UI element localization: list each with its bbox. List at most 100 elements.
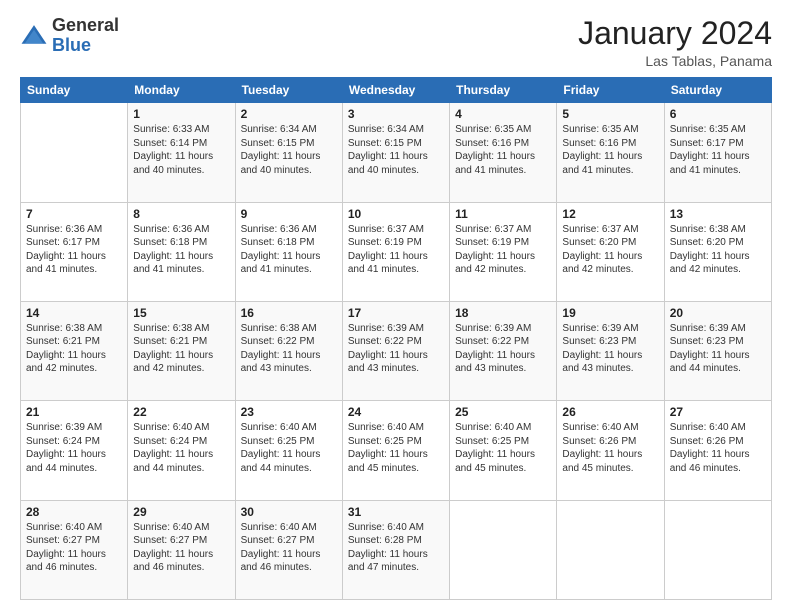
day-number: 4 bbox=[455, 107, 551, 121]
day-cell: 9Sunrise: 6:36 AM Sunset: 6:18 PM Daylig… bbox=[235, 202, 342, 301]
day-info: Sunrise: 6:34 AM Sunset: 6:15 PM Dayligh… bbox=[348, 123, 444, 177]
day-info: Sunrise: 6:39 AM Sunset: 6:23 PM Dayligh… bbox=[562, 322, 658, 376]
day-info: Sunrise: 6:38 AM Sunset: 6:20 PM Dayligh… bbox=[670, 223, 766, 277]
day-cell: 25 Sunrise: 6:40 AM Sunset: 6:25 PM Dayli… bbox=[450, 401, 557, 500]
day-cell: 22 Sunrise: 6:40 AM Sunset: 6:24 PM Dayli… bbox=[128, 401, 235, 500]
day-cell: 12 Sunrise: 6:37 AM Sunset: 6:20 PM Dayli… bbox=[557, 202, 664, 301]
weekday-header-row: SundayMondayTuesdayWednesdayThursdayFrid… bbox=[21, 78, 772, 103]
day-cell bbox=[21, 103, 128, 202]
day-info: Sunrise: 6:37 AM Sunset: 6:19 PM Dayligh… bbox=[348, 223, 444, 277]
day-number: 31 bbox=[348, 505, 444, 519]
day-info: Sunrise: 6:40 AM Sunset: 6:24 PM Dayligh… bbox=[133, 421, 229, 475]
calendar-table: SundayMondayTuesdayWednesdayThursdayFrid… bbox=[20, 77, 772, 600]
day-info: Sunrise: 6:40 AM Sunset: 6:27 PM Dayligh… bbox=[133, 521, 229, 575]
day-cell: 8 Sunrise: 6:36 AM Sunset: 6:18 PM Daylig… bbox=[128, 202, 235, 301]
day-cell: 28Sunrise: 6:40 AM Sunset: 6:27 PM Dayli… bbox=[21, 500, 128, 599]
day-number: 18 bbox=[455, 306, 551, 320]
day-number: 19 bbox=[562, 306, 658, 320]
day-info: Sunrise: 6:37 AM Sunset: 6:19 PM Dayligh… bbox=[455, 223, 551, 277]
day-cell: 18Sunrise: 6:39 AM Sunset: 6:22 PM Dayli… bbox=[450, 301, 557, 400]
day-number: 22 bbox=[133, 405, 229, 419]
day-cell: 1Sunrise: 6:33 AM Sunset: 6:14 PM Daylig… bbox=[128, 103, 235, 202]
day-cell: 4 Sunrise: 6:35 AM Sunset: 6:16 PM Daylig… bbox=[450, 103, 557, 202]
day-info: Sunrise: 6:40 AM Sunset: 6:26 PM Dayligh… bbox=[670, 421, 766, 475]
day-number: 5 bbox=[562, 107, 658, 121]
logo-general: General bbox=[52, 15, 119, 35]
location: Las Tablas, Panama bbox=[578, 53, 772, 69]
day-number: 23 bbox=[241, 405, 337, 419]
day-number: 25 bbox=[455, 405, 551, 419]
day-number: 21 bbox=[26, 405, 122, 419]
day-number: 30 bbox=[241, 505, 337, 519]
day-cell: 21 Sunrise: 6:39 AM Sunset: 6:24 PM Dayli… bbox=[21, 401, 128, 500]
day-cell: 15Sunrise: 6:38 AM Sunset: 6:21 PM Dayli… bbox=[128, 301, 235, 400]
day-info: Sunrise: 6:36 AM Sunset: 6:18 PM Dayligh… bbox=[241, 223, 337, 277]
logo: General Blue bbox=[20, 16, 119, 56]
day-cell bbox=[557, 500, 664, 599]
day-cell: 31 Sunrise: 6:40 AM Sunset: 6:28 PM Dayli… bbox=[342, 500, 449, 599]
day-cell: 14 Sunrise: 6:38 AM Sunset: 6:21 PM Dayli… bbox=[21, 301, 128, 400]
day-number: 29 bbox=[133, 505, 229, 519]
day-cell: 13 Sunrise: 6:38 AM Sunset: 6:20 PM Dayli… bbox=[664, 202, 771, 301]
day-cell: 27Sunrise: 6:40 AM Sunset: 6:26 PM Dayli… bbox=[664, 401, 771, 500]
day-cell: 26 Sunrise: 6:40 AM Sunset: 6:26 PM Dayli… bbox=[557, 401, 664, 500]
day-cell: 5 Sunrise: 6:35 AM Sunset: 6:16 PM Daylig… bbox=[557, 103, 664, 202]
month-title: January 2024 bbox=[578, 16, 772, 51]
day-info: Sunrise: 6:39 AM Sunset: 6:24 PM Dayligh… bbox=[26, 421, 122, 475]
day-cell: 11 Sunrise: 6:37 AM Sunset: 6:19 PM Dayli… bbox=[450, 202, 557, 301]
day-info: Sunrise: 6:36 AM Sunset: 6:18 PM Dayligh… bbox=[133, 223, 229, 277]
day-number: 16 bbox=[241, 306, 337, 320]
weekday-header-tuesday: Tuesday bbox=[235, 78, 342, 103]
weekday-header-saturday: Saturday bbox=[664, 78, 771, 103]
day-number: 3 bbox=[348, 107, 444, 121]
day-number: 6 bbox=[670, 107, 766, 121]
day-cell bbox=[664, 500, 771, 599]
week-row-4: 28Sunrise: 6:40 AM Sunset: 6:27 PM Dayli… bbox=[21, 500, 772, 599]
day-info: Sunrise: 6:40 AM Sunset: 6:26 PM Dayligh… bbox=[562, 421, 658, 475]
day-number: 12 bbox=[562, 207, 658, 221]
week-row-3: 21 Sunrise: 6:39 AM Sunset: 6:24 PM Dayli… bbox=[21, 401, 772, 500]
day-cell: 29 Sunrise: 6:40 AM Sunset: 6:27 PM Dayli… bbox=[128, 500, 235, 599]
logo-blue: Blue bbox=[52, 35, 91, 55]
day-info: Sunrise: 6:40 AM Sunset: 6:25 PM Dayligh… bbox=[455, 421, 551, 475]
day-info: Sunrise: 6:40 AM Sunset: 6:28 PM Dayligh… bbox=[348, 521, 444, 575]
day-info: Sunrise: 6:38 AM Sunset: 6:22 PM Dayligh… bbox=[241, 322, 337, 376]
logo-text: General Blue bbox=[52, 16, 119, 56]
day-number: 8 bbox=[133, 207, 229, 221]
day-info: Sunrise: 6:39 AM Sunset: 6:22 PM Dayligh… bbox=[348, 322, 444, 376]
day-info: Sunrise: 6:35 AM Sunset: 6:16 PM Dayligh… bbox=[562, 123, 658, 177]
day-cell: 3 Sunrise: 6:34 AM Sunset: 6:15 PM Daylig… bbox=[342, 103, 449, 202]
day-number: 7 bbox=[26, 207, 122, 221]
day-number: 13 bbox=[670, 207, 766, 221]
day-number: 10 bbox=[348, 207, 444, 221]
day-number: 24 bbox=[348, 405, 444, 419]
week-row-1: 7 Sunrise: 6:36 AM Sunset: 6:17 PM Daylig… bbox=[21, 202, 772, 301]
day-number: 26 bbox=[562, 405, 658, 419]
day-info: Sunrise: 6:36 AM Sunset: 6:17 PM Dayligh… bbox=[26, 223, 122, 277]
weekday-header-wednesday: Wednesday bbox=[342, 78, 449, 103]
day-number: 20 bbox=[670, 306, 766, 320]
day-info: Sunrise: 6:40 AM Sunset: 6:25 PM Dayligh… bbox=[241, 421, 337, 475]
day-cell: 6Sunrise: 6:35 AM Sunset: 6:17 PM Daylig… bbox=[664, 103, 771, 202]
page: General Blue January 2024 Las Tablas, Pa… bbox=[0, 0, 792, 612]
day-info: Sunrise: 6:35 AM Sunset: 6:16 PM Dayligh… bbox=[455, 123, 551, 177]
day-cell: 10 Sunrise: 6:37 AM Sunset: 6:19 PM Dayli… bbox=[342, 202, 449, 301]
day-info: Sunrise: 6:39 AM Sunset: 6:23 PM Dayligh… bbox=[670, 322, 766, 376]
day-number: 2 bbox=[241, 107, 337, 121]
title-block: January 2024 Las Tablas, Panama bbox=[578, 16, 772, 69]
day-cell: 20 Sunrise: 6:39 AM Sunset: 6:23 PM Dayli… bbox=[664, 301, 771, 400]
day-number: 14 bbox=[26, 306, 122, 320]
weekday-header-friday: Friday bbox=[557, 78, 664, 103]
header: General Blue January 2024 Las Tablas, Pa… bbox=[20, 16, 772, 69]
day-number: 11 bbox=[455, 207, 551, 221]
day-number: 1 bbox=[133, 107, 229, 121]
day-info: Sunrise: 6:40 AM Sunset: 6:27 PM Dayligh… bbox=[241, 521, 337, 575]
weekday-header-thursday: Thursday bbox=[450, 78, 557, 103]
week-row-0: 1Sunrise: 6:33 AM Sunset: 6:14 PM Daylig… bbox=[21, 103, 772, 202]
day-number: 17 bbox=[348, 306, 444, 320]
weekday-header-monday: Monday bbox=[128, 78, 235, 103]
day-info: Sunrise: 6:37 AM Sunset: 6:20 PM Dayligh… bbox=[562, 223, 658, 277]
day-cell: 17 Sunrise: 6:39 AM Sunset: 6:22 PM Dayli… bbox=[342, 301, 449, 400]
day-info: Sunrise: 6:40 AM Sunset: 6:25 PM Dayligh… bbox=[348, 421, 444, 475]
day-info: Sunrise: 6:38 AM Sunset: 6:21 PM Dayligh… bbox=[26, 322, 122, 376]
